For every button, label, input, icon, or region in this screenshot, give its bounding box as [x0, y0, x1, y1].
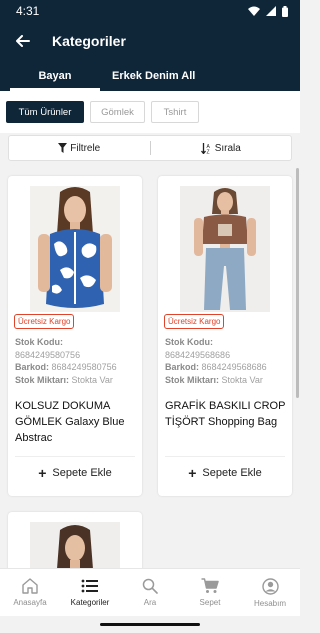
chip-gomlek[interactable]: Gömlek	[90, 101, 145, 123]
nav-label: Kategoriler	[70, 598, 110, 607]
home-icon	[22, 578, 38, 594]
svg-text:Z: Z	[206, 149, 209, 154]
home-indicator-pill	[100, 623, 200, 626]
barcode-label: Barkod:	[165, 362, 200, 372]
scrollbar[interactable]	[296, 168, 299, 398]
tab-bayan[interactable]: Bayan	[10, 60, 100, 91]
barcode-label: Barkod:	[15, 362, 50, 372]
list-icon	[81, 579, 98, 593]
filter-sort-bar: Filtrele AZ Sırala	[8, 135, 292, 161]
nav-item-hesabim[interactable]: Hesabım	[240, 569, 300, 616]
add-to-cart-button[interactable]: + Sepete Ekle	[158, 465, 292, 481]
stock-code-value: 8684249580756	[15, 349, 81, 360]
barcode-value: 8684249568686	[201, 362, 267, 372]
nav-label: Ara	[143, 598, 157, 607]
product-image[interactable]	[30, 186, 120, 312]
nav-item-kategoriler[interactable]: Kategoriler	[60, 569, 120, 616]
subcategory-chips: Tüm Ürünler Gömlek Tshirt	[0, 91, 300, 133]
barcode-value: 8684249580756	[51, 362, 117, 372]
stock-qty-label: Stok Miktarı:	[165, 374, 220, 385]
nav-item-anasayfa[interactable]: Anasayfa	[0, 569, 60, 616]
cart-icon	[201, 578, 219, 593]
category-tabs: Bayan Erkek Denim All	[0, 60, 300, 91]
account-icon	[261, 577, 279, 595]
search-icon	[142, 578, 158, 594]
nav-label: Hesabım	[253, 598, 286, 608]
app-bar: Kategoriler	[0, 22, 300, 60]
wifi-icon	[248, 6, 260, 16]
tab-erkek-denim-all[interactable]: Erkek Denim All	[100, 60, 209, 91]
product-meta: Stok Kodu: 8684249568686 Barkod: 8684249…	[165, 336, 290, 386]
bottom-navigation: Anasayfa Kategoriler Ara Sepet Hesabım	[0, 568, 300, 616]
stock-qty-value: Stokta Var	[71, 374, 113, 385]
home-indicator	[0, 616, 300, 633]
divider	[15, 456, 135, 457]
product-image[interactable]	[30, 522, 120, 572]
add-to-cart-button[interactable]: + Sepete Ekle	[8, 465, 142, 481]
product-name[interactable]: KOLSUZ DOKUMA GÖMLEK Galaxy Blue Abstrac	[15, 398, 140, 446]
free-shipping-badge: Ücretsiz Kargo	[164, 314, 225, 329]
nav-label: Anasayfa	[13, 598, 47, 607]
battery-icon	[282, 5, 288, 17]
filter-label: Filtrele	[70, 142, 101, 154]
stock-code-value: 8684249568686	[165, 349, 231, 360]
stock-code-label: Stok Kodu:	[15, 337, 63, 347]
status-bar: 4:31	[0, 0, 300, 22]
nav-label: Sepet	[199, 598, 221, 607]
product-meta: Stok Kodu: 8684249580756 Barkod: 8684249…	[15, 336, 140, 386]
status-icons	[248, 5, 288, 17]
nav-item-ara[interactable]: Ara	[120, 569, 180, 616]
filter-button[interactable]: Filtrele	[9, 143, 150, 154]
nav-item-sepet[interactable]: Sepet	[180, 569, 240, 616]
plus-icon: +	[38, 465, 47, 481]
stock-qty-value: Stokta Var	[221, 374, 263, 385]
filter-icon	[58, 143, 68, 153]
add-to-cart-label: Sepete Ekle	[52, 467, 112, 479]
product-image[interactable]	[180, 186, 270, 312]
stock-code-label: Stok Kodu:	[165, 337, 213, 347]
back-button[interactable]	[12, 30, 34, 52]
product-card[interactable]: Ücretsiz Kargo Stok Kodu: 8684249568686 …	[158, 176, 292, 496]
divider	[165, 456, 285, 457]
sort-button[interactable]: AZ Sırala	[151, 142, 292, 154]
arrow-left-icon	[16, 35, 30, 47]
add-to-cart-label: Sepete Ekle	[202, 467, 262, 479]
product-card[interactable]: Ücretsiz Kargo Stok Kodu: 8684249580756 …	[8, 176, 142, 496]
free-shipping-badge: Ücretsiz Kargo	[14, 314, 75, 329]
chip-tshirt[interactable]: Tshirt	[151, 101, 199, 123]
signal-icon	[266, 6, 276, 16]
product-name[interactable]: GRAFİK BASKILI CROP TİŞÖRT Shopping Bag	[165, 398, 290, 430]
sort-label: Sırala	[214, 142, 241, 154]
product-card[interactable]	[8, 512, 142, 572]
page-title: Kategoriler	[52, 33, 126, 49]
plus-icon: +	[188, 465, 197, 481]
status-time: 4:31	[16, 4, 40, 18]
stock-qty-label: Stok Miktarı:	[15, 374, 70, 385]
chip-tum-urunler[interactable]: Tüm Ürünler	[6, 101, 84, 123]
sort-icon: AZ	[200, 142, 210, 154]
